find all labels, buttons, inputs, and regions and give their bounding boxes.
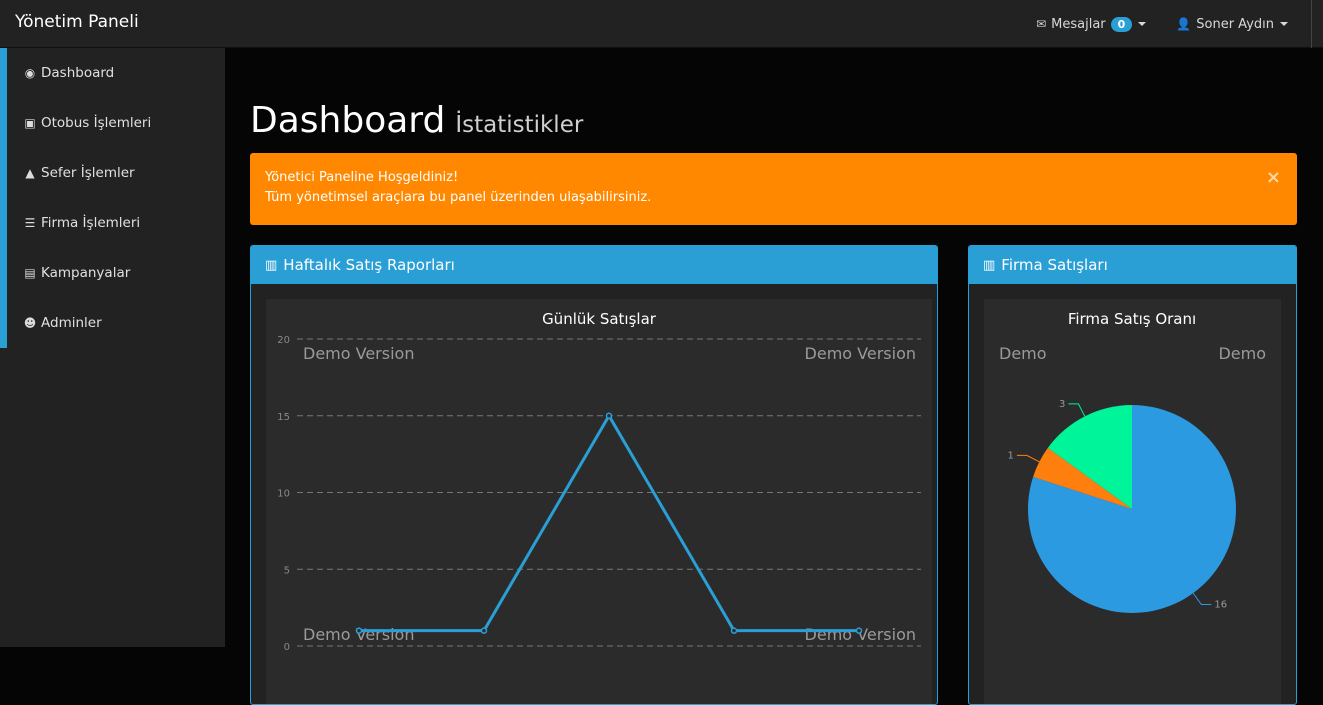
list-icon: ☰ xyxy=(24,216,36,230)
messages-label: Mesajlar xyxy=(1051,16,1106,32)
sidebar-item-label: Sefer İşlemler xyxy=(41,165,135,181)
sidebar-item-sefer[interactable]: ▲ Sefer İşlemler xyxy=(0,148,225,198)
y-tick-label: 10 xyxy=(277,489,290,500)
alert-line-1: Yönetici Paneline Hoşgeldiniz! xyxy=(265,170,459,185)
sidebar-item-dashboard[interactable]: ◉ Dashboard xyxy=(0,48,225,98)
page-header: Dashboard İstatistikler xyxy=(250,100,583,141)
line-chart: Günlük Satışlar Demo Version Demo Versio… xyxy=(277,310,921,653)
page-title: Dashboard xyxy=(250,100,446,141)
data-point xyxy=(730,627,738,634)
chart-title: Firma Satış Oranı xyxy=(1068,310,1196,328)
pie-chart-container: Firma Satış Oranı Demo Demo 16 1 3 xyxy=(984,299,1281,704)
user-dropdown[interactable]: 👤 Soner Aydın xyxy=(1161,0,1303,48)
pie-label: 1 xyxy=(1007,450,1013,461)
sidebar-item-adminler[interactable]: ☻ Adminler xyxy=(0,298,225,348)
panel-title: Haftalık Satış Raporları xyxy=(283,256,455,274)
sidebar-item-label: Adminler xyxy=(41,315,102,331)
dashboard-icon: ◉ xyxy=(24,66,36,80)
pie-label-leader xyxy=(1068,403,1086,417)
series-line xyxy=(359,412,859,633)
messages-dropdown[interactable]: ✉ Mesajlar 0 xyxy=(1021,0,1161,48)
chart-title: Günlük Satışlar xyxy=(542,310,657,328)
user-name: Soner Aydın xyxy=(1196,16,1274,32)
y-tick-label: 5 xyxy=(284,565,290,576)
sidebar: ◉ Dashboard ▣ Otobus İşlemleri ▲ Sefer İ… xyxy=(0,48,225,647)
watermark-top-left: Demo Version xyxy=(303,344,414,363)
brand-title[interactable]: Yönetim Paneli xyxy=(15,12,139,32)
sidebar-item-firma[interactable]: ☰ Firma İşlemleri xyxy=(0,198,225,248)
sidebar-item-otobus[interactable]: ▣ Otobus İşlemleri xyxy=(0,98,225,148)
top-nav-right: ✉ Mesajlar 0 👤 Soner Aydın xyxy=(1021,0,1323,48)
chevron-down-icon xyxy=(1138,22,1147,26)
data-point xyxy=(480,627,488,634)
bar-chart-icon: ▥ xyxy=(983,257,996,273)
panel-title: Firma Satışları xyxy=(1001,256,1108,274)
envelope-icon: ✉ xyxy=(1036,17,1047,31)
pie-label-leader xyxy=(1016,454,1040,463)
sidebar-item-label: Otobus İşlemleri xyxy=(41,115,152,131)
panel-body: Firma Satış Oranı Demo Demo 16 1 3 xyxy=(969,284,1296,704)
y-tick-label: 20 xyxy=(277,335,290,346)
sidebar-item-label: Firma İşlemleri xyxy=(41,215,141,231)
sidebar-item-label: Dashboard xyxy=(41,65,115,81)
gift-icon: ▤ xyxy=(24,266,36,280)
panel-heading: ▥ Firma Satışları xyxy=(969,246,1296,284)
navbar-divider xyxy=(1311,0,1323,48)
data-point xyxy=(855,627,863,634)
watermark-right: Demo xyxy=(1218,344,1266,363)
watermark-left: Demo xyxy=(999,344,1047,363)
y-tick-label: 0 xyxy=(284,642,290,653)
bus-icon: ▣ xyxy=(24,116,36,130)
user-icon: 👤 xyxy=(1176,17,1192,31)
line-chart-container: Günlük Satışlar Demo Version Demo Versio… xyxy=(266,299,932,704)
pie-chart: Firma Satış Oranı Demo Demo 16 1 3 xyxy=(999,310,1266,613)
close-icon[interactable]: × xyxy=(1266,168,1281,188)
data-point xyxy=(355,627,363,634)
chevron-down-icon xyxy=(1280,22,1288,26)
weekly-sales-panel: ▥ Haftalık Satış Raporları Günlük Satışl… xyxy=(250,245,938,705)
panel-heading: ▥ Haftalık Satış Raporları xyxy=(251,246,937,284)
pie-label-leader xyxy=(1192,592,1212,605)
road-icon: ▲ xyxy=(25,166,35,180)
alert-line-2: Tüm yönetimsel araçlara bu panel üzerind… xyxy=(265,190,652,205)
sidebar-item-kampanyalar[interactable]: ▤ Kampanyalar xyxy=(0,248,225,298)
welcome-alert: Yönetici Paneline Hoşgeldiniz! Tüm yönet… xyxy=(250,153,1297,225)
page-subtitle: İstatistikler xyxy=(455,112,584,138)
sidebar-item-label: Kampanyalar xyxy=(41,265,131,281)
data-point xyxy=(605,412,613,419)
panel-body: Günlük Satışlar Demo Version Demo Versio… xyxy=(251,284,937,704)
bar-chart-icon: ▥ xyxy=(265,257,278,273)
y-tick-label: 15 xyxy=(277,412,290,423)
messages-count-badge: 0 xyxy=(1110,16,1133,32)
pie-label: 3 xyxy=(1059,399,1065,410)
pie-label: 16 xyxy=(1214,599,1227,610)
top-navbar: Yönetim Paneli ✉ Mesajlar 0 👤 Soner Aydı… xyxy=(0,0,1323,48)
watermark-top-right: Demo Version xyxy=(805,344,916,363)
firma-sales-panel: ▥ Firma Satışları Firma Satış Oranı Demo… xyxy=(968,245,1297,705)
users-icon: ☻ xyxy=(23,316,37,330)
